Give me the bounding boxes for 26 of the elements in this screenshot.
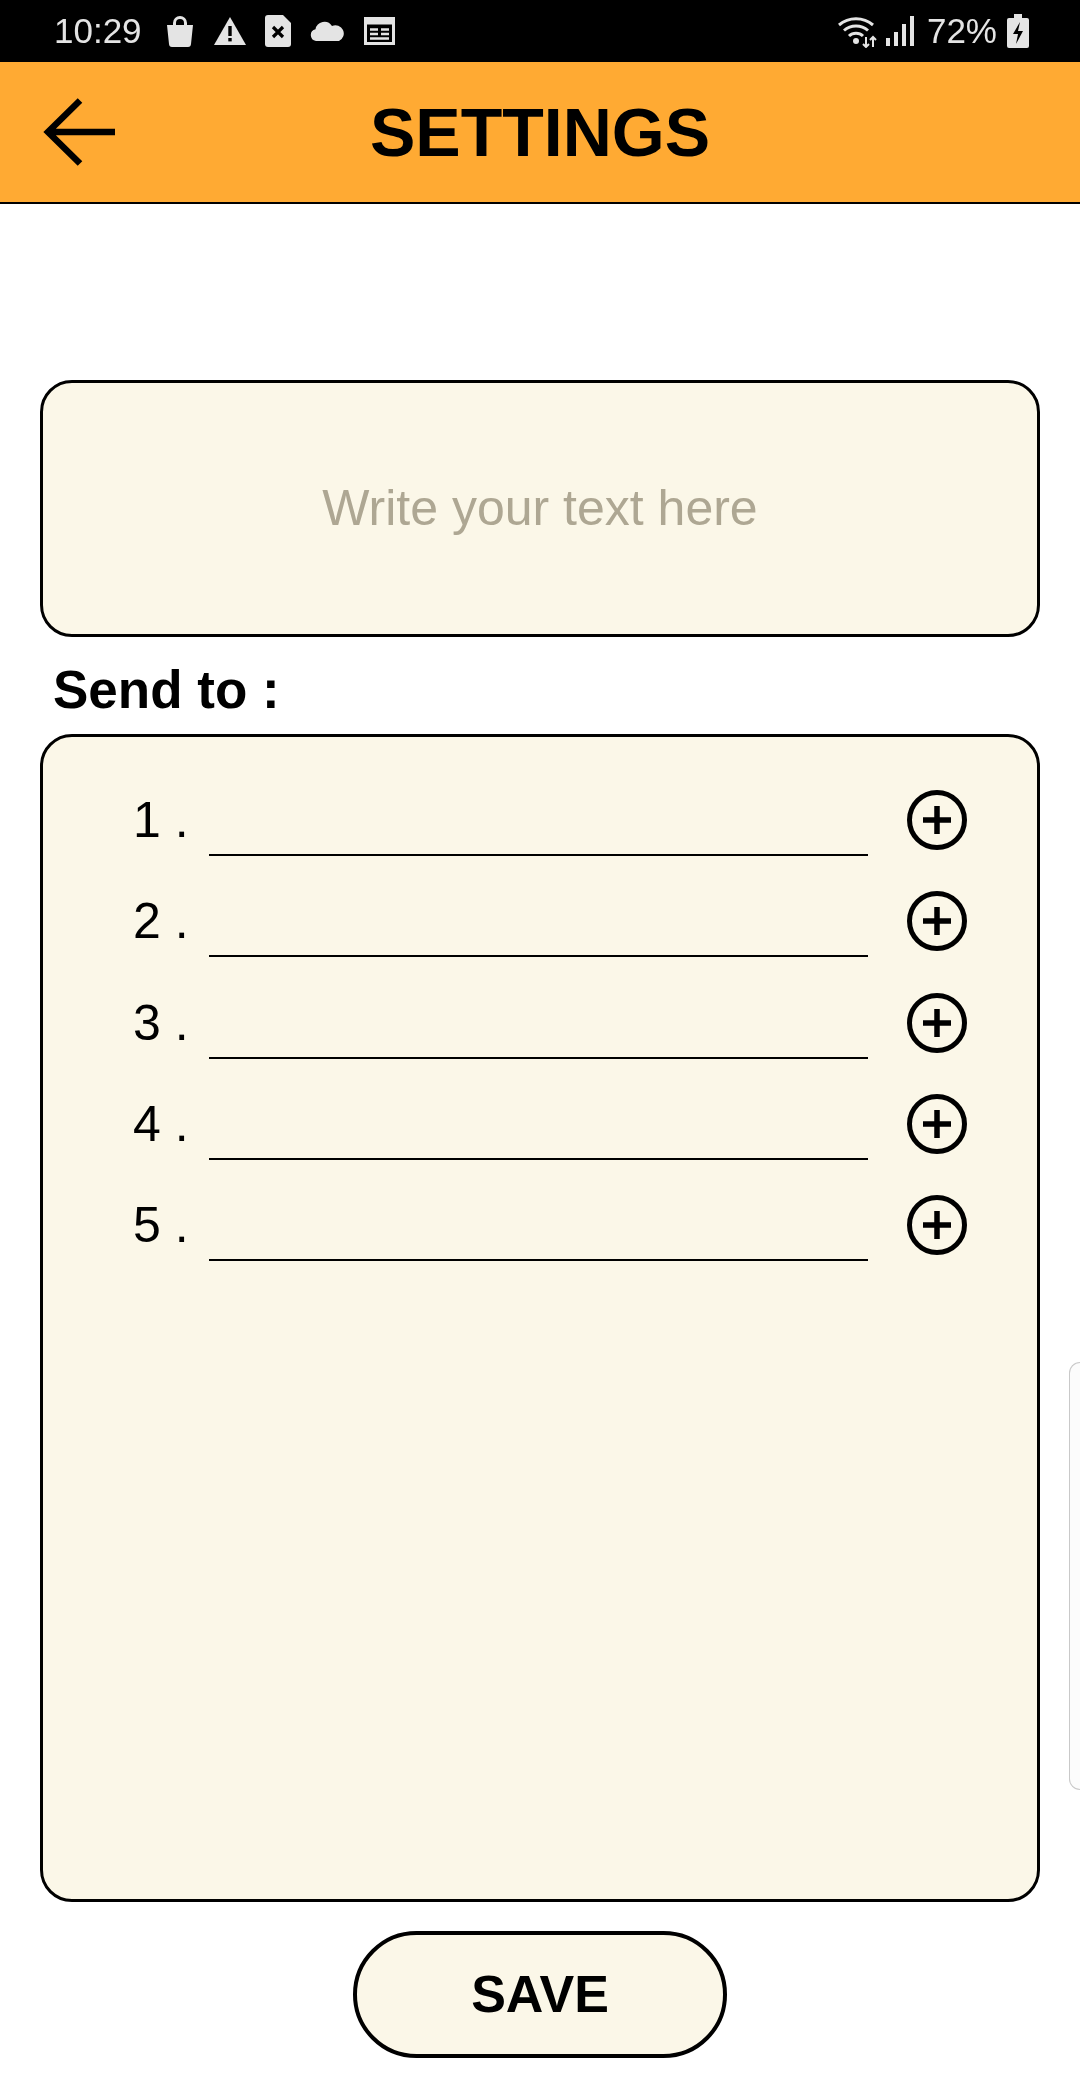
message-field[interactable]: Write your text here [40,379,1040,637]
list-number: 2 . [133,892,189,951]
list-number: 3 . [133,993,189,1052]
list-number: 4 . [133,1095,189,1154]
newspaper-icon [363,17,395,45]
plus-circle-icon[interactable] [906,1195,967,1256]
list-number: 5 . [133,1196,189,1255]
plus-circle-icon[interactable] [906,790,967,851]
send-to-label: Send to : [53,658,280,720]
plus-circle-icon[interactable] [906,891,967,952]
signal-icon [885,16,915,46]
battery-percent: 72% [926,11,997,51]
screen-title: SETTINGS [369,93,710,172]
wifi-icon [836,14,878,48]
edge-panel-handle[interactable] [1069,1362,1080,1790]
save-button[interactable]: SAVE [353,1930,727,2058]
document-x-icon [264,15,291,47]
list-number: 1 . [133,791,189,850]
shopping-bag-icon [164,15,195,47]
plus-circle-icon[interactable] [906,992,967,1053]
back-arrow-icon[interactable] [43,98,115,166]
plus-circle-icon[interactable] [906,1094,967,1155]
battery-icon [1007,14,1029,48]
cloud-icon [309,21,345,41]
warning-icon [213,17,246,45]
status-time: 10:29 [54,11,142,51]
